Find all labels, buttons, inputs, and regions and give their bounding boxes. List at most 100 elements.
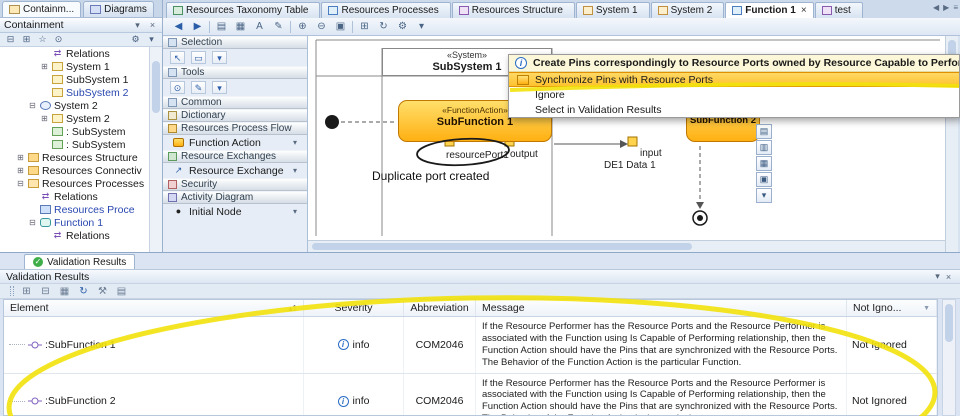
palette-section-selection[interactable]: Selection [163, 36, 307, 49]
grid-icon[interactable]: ⊞ [357, 21, 372, 32]
tree-item[interactable]: ⊟ Resources Processes [0, 177, 162, 190]
collapse-all-icon[interactable]: ⊟ [5, 34, 16, 45]
results-panel-close-icon[interactable]: × [943, 272, 954, 282]
column-header-abbreviation[interactable]: Abbreviation [404, 300, 476, 316]
palette-section-activity-diagram[interactable]: Activity Diagram [163, 191, 307, 204]
validation-row-subfunction-2[interactable]: :SubFunction 2 i info COM2046 If the Res… [4, 373, 937, 415]
tab-system-2[interactable]: System 2 [650, 2, 725, 18]
pin-label-input[interactable]: input [640, 148, 662, 159]
collapse-rows-icon[interactable]: ⊟ [39, 286, 52, 297]
validation-row-subfunction-1[interactable]: :SubFunction 1 i info COM2046 If the Res… [4, 317, 937, 374]
tree-item[interactable]: ⊞ System 2 [0, 112, 162, 125]
text-tool-icon[interactable]: A [252, 21, 267, 32]
forward-icon[interactable]: ▶ [190, 21, 205, 32]
tab-system-1[interactable]: System 1 [575, 2, 650, 18]
tree-item[interactable]: ⇄ Relations [0, 229, 162, 242]
filter-icon[interactable]: ▼ [923, 305, 930, 312]
pin-label-resourceport1[interactable]: resourcePort1 [446, 150, 509, 161]
menu-item-synchronize-pins[interactable]: Synchronize Pins with Resource Ports [509, 72, 959, 87]
tree-expander-icon[interactable]: ⊞ [16, 166, 25, 175]
scroll-tabs-right-icon[interactable]: ▶ [943, 3, 949, 12]
generate-report-icon[interactable]: ▤ [115, 286, 128, 297]
tab-resources-processes[interactable]: Resources Processes [321, 2, 451, 18]
tab-validation-results[interactable]: ✓ Validation Results [24, 254, 136, 269]
toolbar-more-icon[interactable]: ▾ [414, 21, 429, 32]
tree-item[interactable]: ⊟ Function 1 [0, 216, 162, 229]
results-scrollbar[interactable] [942, 299, 956, 416]
tree-item[interactable]: ⇄ Relations [0, 190, 162, 203]
magnifier-tool-icon[interactable]: ⊙ [170, 81, 185, 94]
tab-test[interactable]: test [814, 2, 863, 18]
tree-item[interactable]: Resources Proce [0, 203, 162, 216]
toolbar-icon[interactable] [209, 20, 210, 33]
grid-tool-icon[interactable]: ▦ [756, 156, 772, 171]
note-tool-icon[interactable]: ✎ [191, 81, 206, 94]
palette-section-resources-process-flow[interactable]: Resources Process Flow [163, 122, 307, 135]
column-header-element[interactable]: Element ▴ 1 [4, 300, 304, 316]
not-ignored-value[interactable]: Not Ignored [852, 395, 907, 407]
tab-containment-tree[interactable]: Containm... [2, 1, 82, 17]
tab-diagrams[interactable]: Diagrams [83, 1, 154, 17]
item-caret-icon[interactable]: ▾ [293, 207, 297, 216]
tree-expander-icon[interactable]: ⊟ [28, 218, 37, 227]
revalidate-icon[interactable]: ↻ [77, 286, 90, 297]
results-scrollbar-thumb[interactable] [945, 304, 953, 342]
layers-tool-icon[interactable]: ▥ [756, 140, 772, 155]
tree-expander-icon[interactable]: ⊟ [16, 179, 25, 188]
menu-item-ignore[interactable]: Ignore [509, 87, 959, 102]
cursor-tool-icon[interactable]: ↖ [170, 51, 185, 64]
tree-scrollbar-thumb[interactable] [152, 61, 160, 113]
image-shape-icon[interactable]: ▦ [233, 21, 248, 32]
tab-close-icon[interactable]: × [801, 5, 807, 16]
zoom-in-icon[interactable]: ⊕ [295, 21, 310, 32]
validation-options-icon[interactable]: ⚒ [96, 286, 109, 297]
palette-item-resource-exchange[interactable]: ↗ Resource Exchange ▾ [163, 163, 307, 178]
tree-item[interactable]: SubSystem 2 [0, 86, 162, 99]
tree-item[interactable]: ⊞ System 1 [0, 60, 162, 73]
marquee-tool-icon[interactable]: ▭ [191, 51, 206, 64]
tree-item[interactable]: : SubSystem [0, 138, 162, 151]
item-caret-icon[interactable]: ▾ [293, 166, 297, 175]
expand-rows-icon[interactable]: ⊞ [20, 286, 33, 297]
tree-item[interactable]: : SubSystem [0, 125, 162, 138]
zoom-fit-icon[interactable]: ▣ [333, 21, 348, 32]
palette-section-common[interactable]: Common [163, 96, 307, 109]
toolbar-icon[interactable] [290, 20, 291, 33]
favorites-icon[interactable]: ☆ [37, 34, 48, 45]
pin-label-output[interactable]: output [510, 149, 538, 160]
palette-item-initial-node[interactable]: ● Initial Node ▾ [163, 204, 307, 219]
tools-more-icon[interactable]: ▾ [212, 81, 227, 94]
tree-expander-icon[interactable]: ⊞ [16, 153, 25, 162]
column-header-not-ignored[interactable]: Not Igno... ▼ [847, 300, 937, 316]
exchange-edge-label[interactable]: DE1 Data 1 [604, 160, 656, 171]
draw-tool-icon[interactable]: ✎ [271, 21, 286, 32]
search-icon[interactable]: ⊙ [53, 34, 64, 45]
side-more-icon[interactable]: ▾ [756, 188, 772, 203]
toolbar-icon[interactable] [352, 20, 353, 33]
refresh-icon[interactable]: ↻ [376, 21, 391, 32]
canvas-horizontal-scrollbar[interactable] [308, 240, 945, 252]
tree-item[interactable]: ⊞ Resources Connectiv [0, 164, 162, 177]
palette-item-function-action[interactable]: Function Action ▾ [163, 135, 307, 150]
tree-settings-gear-icon[interactable]: ⚙ [130, 34, 141, 45]
tab-list-icon[interactable]: ≡ [953, 3, 958, 12]
tree-settings-caret-icon[interactable]: ▾ [146, 34, 157, 45]
palette-section-resource-exchanges[interactable]: Resource Exchanges [163, 150, 307, 163]
expand-all-icon[interactable]: ⊞ [21, 34, 32, 45]
not-ignored-value[interactable]: Not Ignored [852, 339, 907, 351]
tree-scrollbar[interactable] [149, 47, 162, 252]
tree-item[interactable]: ⊟ System 2 [0, 99, 162, 112]
zoom-out-icon[interactable]: ⊖ [314, 21, 329, 32]
menu-item-select-in-validation-results[interactable]: Select in Validation Results [509, 102, 959, 117]
select-in-tree-icon[interactable]: ▦ [58, 286, 71, 297]
containment-menu-icon[interactable]: ▾ [132, 20, 143, 31]
tree-expander-icon[interactable]: ⊞ [40, 114, 49, 123]
show-diagram-icon[interactable]: ▤ [214, 21, 229, 32]
scroll-tabs-left-icon[interactable]: ◀ [933, 3, 939, 12]
toolbar-grip[interactable] [10, 286, 14, 296]
item-caret-icon[interactable]: ▾ [293, 138, 297, 147]
column-header-severity[interactable]: Severity [304, 300, 404, 316]
overview-tool-icon[interactable]: ▤ [756, 124, 772, 139]
canvas-hscroll-thumb[interactable] [312, 243, 692, 250]
palette-section-dictionary[interactable]: Dictionary [163, 109, 307, 122]
